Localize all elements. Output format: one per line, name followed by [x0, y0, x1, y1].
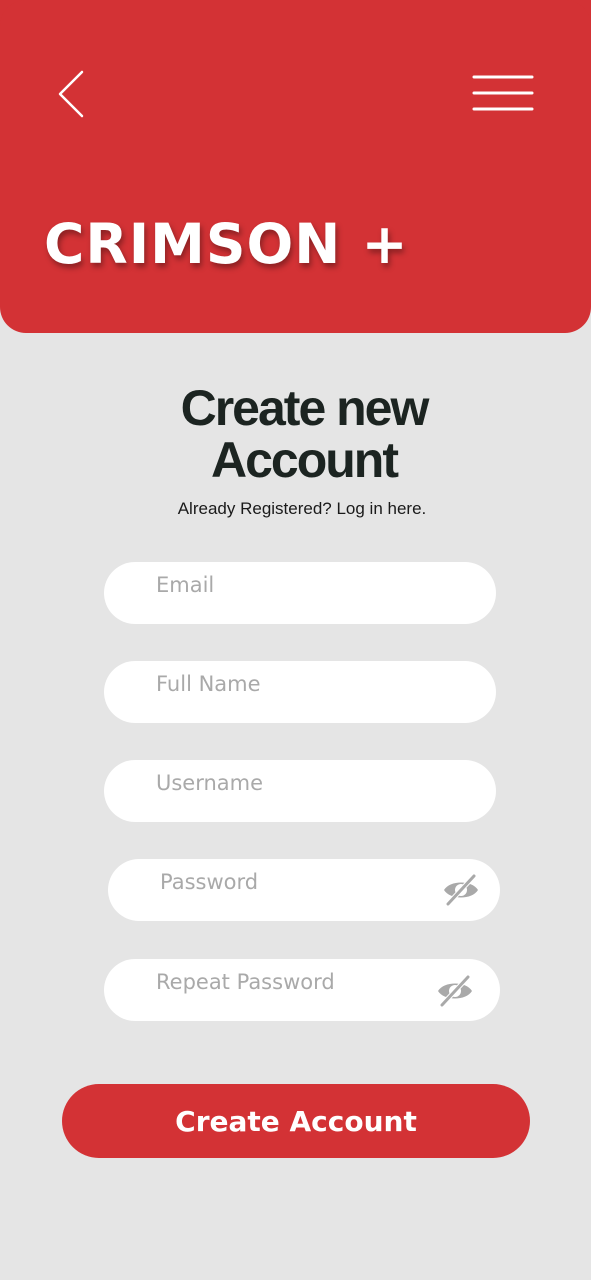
menu-button[interactable]: [470, 72, 536, 116]
eye-slash-icon: [444, 873, 478, 907]
page-title-line-1: Create new: [180, 380, 430, 436]
repeat-password-field[interactable]: [156, 967, 426, 997]
email-field[interactable]: [156, 570, 426, 600]
login-link[interactable]: Already Registered? Log in here.: [0, 499, 591, 519]
eye-slash-icon: [438, 974, 472, 1008]
brand-title: CRIMSON +: [44, 212, 409, 276]
chevron-left-icon: [58, 70, 84, 118]
username-field[interactable]: [156, 768, 426, 798]
page-title: Create new Account: [0, 382, 591, 486]
back-button[interactable]: [52, 66, 92, 122]
page-title-line-2: Account: [211, 432, 399, 488]
password-visibility-toggle[interactable]: [442, 873, 480, 907]
repeat-password-field-container: [104, 959, 500, 1021]
hamburger-menu-icon: [472, 75, 534, 111]
email-field-container: [104, 562, 496, 624]
username-field-container: [104, 760, 496, 822]
create-account-button[interactable]: Create Account: [62, 1084, 530, 1158]
repeat-password-visibility-toggle[interactable]: [436, 974, 474, 1008]
fullname-field-container: [104, 661, 496, 723]
full-name-field[interactable]: [156, 669, 426, 699]
password-field-container: [108, 859, 500, 921]
password-field[interactable]: [160, 867, 430, 897]
app-header: CRIMSON +: [0, 0, 591, 333]
